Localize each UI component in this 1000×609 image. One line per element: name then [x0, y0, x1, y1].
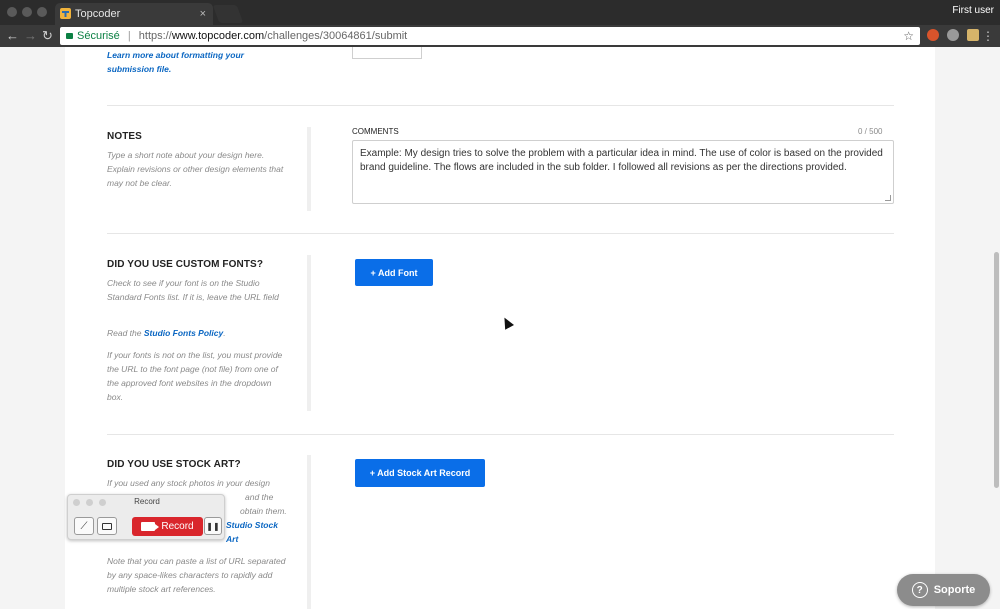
stock-art-description-cont2: obtain them.	[240, 506, 287, 516]
fonts-description: Check to see if your font is on the Stud…	[107, 278, 279, 302]
record-widget: Record ⟋ Record ❚❚	[67, 494, 225, 540]
record-button[interactable]: Record	[132, 517, 203, 536]
region-tool-button[interactable]	[97, 517, 117, 535]
fonts-policy-link[interactable]: Studio Fonts Policy	[144, 328, 223, 338]
fonts-url-description: If your fonts is not on the list, you mu…	[107, 350, 283, 402]
stock-art-description-cont: and the	[245, 492, 274, 502]
resize-handle-icon[interactable]	[885, 195, 891, 201]
rectangle-icon	[102, 522, 112, 530]
column-divider	[307, 255, 311, 411]
secure-indicator[interactable]: Sécurisé	[66, 30, 123, 42]
url-host: www.topcoder.com	[171, 30, 265, 42]
url-path: /challenges/30064861/submit	[264, 30, 408, 42]
extension-globe-icon[interactable]	[947, 29, 959, 41]
tab-close-icon[interactable]: ×	[200, 3, 206, 25]
stock-art-policy-text: Studio Stock Art	[226, 518, 286, 546]
browser-menu-icon[interactable]: ⋮	[982, 27, 994, 45]
record-window-title: Record	[134, 497, 160, 506]
comments-counter: 0 / 500	[858, 127, 883, 136]
window-zoom-button[interactable]	[37, 7, 47, 17]
section-divider	[107, 434, 894, 435]
reload-icon[interactable]: ↻	[42, 27, 53, 45]
stock-art-paste-note: Note that you can paste a list of URL se…	[107, 556, 286, 594]
page-scrollbar[interactable]	[994, 252, 999, 488]
file-input-box[interactable]	[352, 47, 422, 59]
lock-icon	[66, 33, 73, 39]
comments-textarea[interactable]: Example: My design tries to solve the pr…	[352, 140, 894, 204]
window-minimize-button[interactable]	[22, 7, 32, 17]
add-stock-art-button[interactable]: + Add Stock Art Record	[355, 459, 485, 487]
stock-art-title: DID YOU USE STOCK ART?	[107, 459, 241, 470]
column-divider	[307, 127, 311, 211]
help-icon: ?	[911, 582, 928, 598]
window-close-button[interactable]	[7, 7, 17, 17]
fonts-policy-text: Read the Studio Fonts Policy.	[107, 328, 226, 338]
back-icon[interactable]: ←	[6, 27, 19, 45]
support-button[interactable]: ? Soporte	[897, 574, 990, 606]
address-separator: |	[127, 30, 131, 42]
forward-icon[interactable]: →	[24, 27, 37, 45]
url-scheme: https://	[138, 30, 172, 42]
profile-label[interactable]: First user	[952, 5, 994, 16]
stock-art-policy-link[interactable]: Studio Stock Art	[226, 520, 278, 544]
fonts-title: DID YOU USE CUSTOM FONTS?	[107, 259, 264, 270]
page-gutter-left	[0, 47, 65, 609]
camera-icon	[141, 522, 160, 531]
address-bar[interactable]: Sécurisé | https://www.topcoder.com/chal…	[60, 27, 920, 45]
extension-profile-icon[interactable]	[967, 29, 979, 41]
column-divider	[307, 455, 311, 609]
add-font-button[interactable]: + Add Font	[355, 259, 433, 286]
pen-tool-icon[interactable]: ⟋	[74, 517, 94, 535]
support-label: Soporte	[933, 584, 976, 596]
comments-placeholder: Example: My design tries to solve the pr…	[360, 148, 883, 173]
formatting-help-link[interactable]: Learn more about formatting your submiss…	[107, 48, 287, 76]
section-divider	[107, 233, 894, 234]
notes-description: Type a short note about your design here…	[107, 150, 284, 188]
pause-icon[interactable]: ❚❚	[204, 517, 222, 535]
notes-title: NOTES	[107, 131, 142, 142]
browser-titlebar: Topcoder × First user	[0, 0, 1000, 25]
record-button-label: Record	[161, 521, 194, 532]
browser-tab[interactable]: Topcoder ×	[55, 3, 213, 25]
new-tab-button[interactable]	[212, 5, 244, 23]
topcoder-favicon-icon	[60, 8, 71, 19]
stock-art-description: If you used any stock photos in your des…	[107, 478, 271, 488]
comments-label: COMMENTS	[352, 127, 399, 136]
section-divider	[107, 105, 894, 106]
tab-title: Topcoder	[75, 8, 121, 20]
extension-record-icon[interactable]	[927, 29, 939, 41]
page-gutter-right	[935, 47, 1000, 609]
bookmark-star-icon[interactable]: ☆	[903, 27, 914, 45]
browser-toolbar: ← → ↻ Sécurisé | https://www.topcoder.co…	[0, 25, 1000, 47]
